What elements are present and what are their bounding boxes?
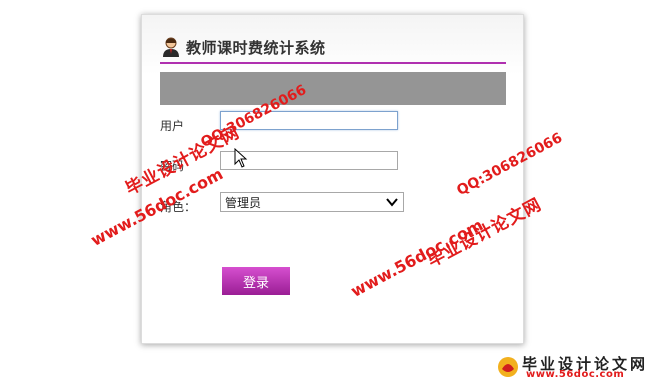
page-title: 教师课时费统计系统 — [186, 38, 326, 57]
mouse-cursor-icon — [234, 148, 248, 168]
login-button[interactable]: 登录 — [222, 267, 290, 295]
username-input[interactable] — [220, 111, 398, 130]
password-label: 密码 — [160, 159, 185, 173]
chevron-down-icon — [386, 198, 398, 207]
username-label: 用户 — [160, 119, 185, 133]
title-row: 教师课时费统计系统 — [162, 35, 326, 59]
role-label: 角色： — [160, 200, 197, 214]
role-select[interactable]: 管理员 — [220, 192, 404, 212]
message-bar — [160, 72, 506, 105]
title-divider — [160, 62, 506, 64]
role-select-value: 管理员 — [225, 195, 262, 210]
user-avatar-icon — [163, 37, 179, 57]
footer-logo: 毕业设计论文网 www.56doc.com — [496, 355, 656, 382]
logo-emblem-icon — [498, 357, 518, 377]
login-panel: 教师课时费统计系统 用户 密码 角色： 管理员 登录 — [141, 14, 524, 344]
footer-site-url: www.56doc.com — [526, 369, 625, 380]
